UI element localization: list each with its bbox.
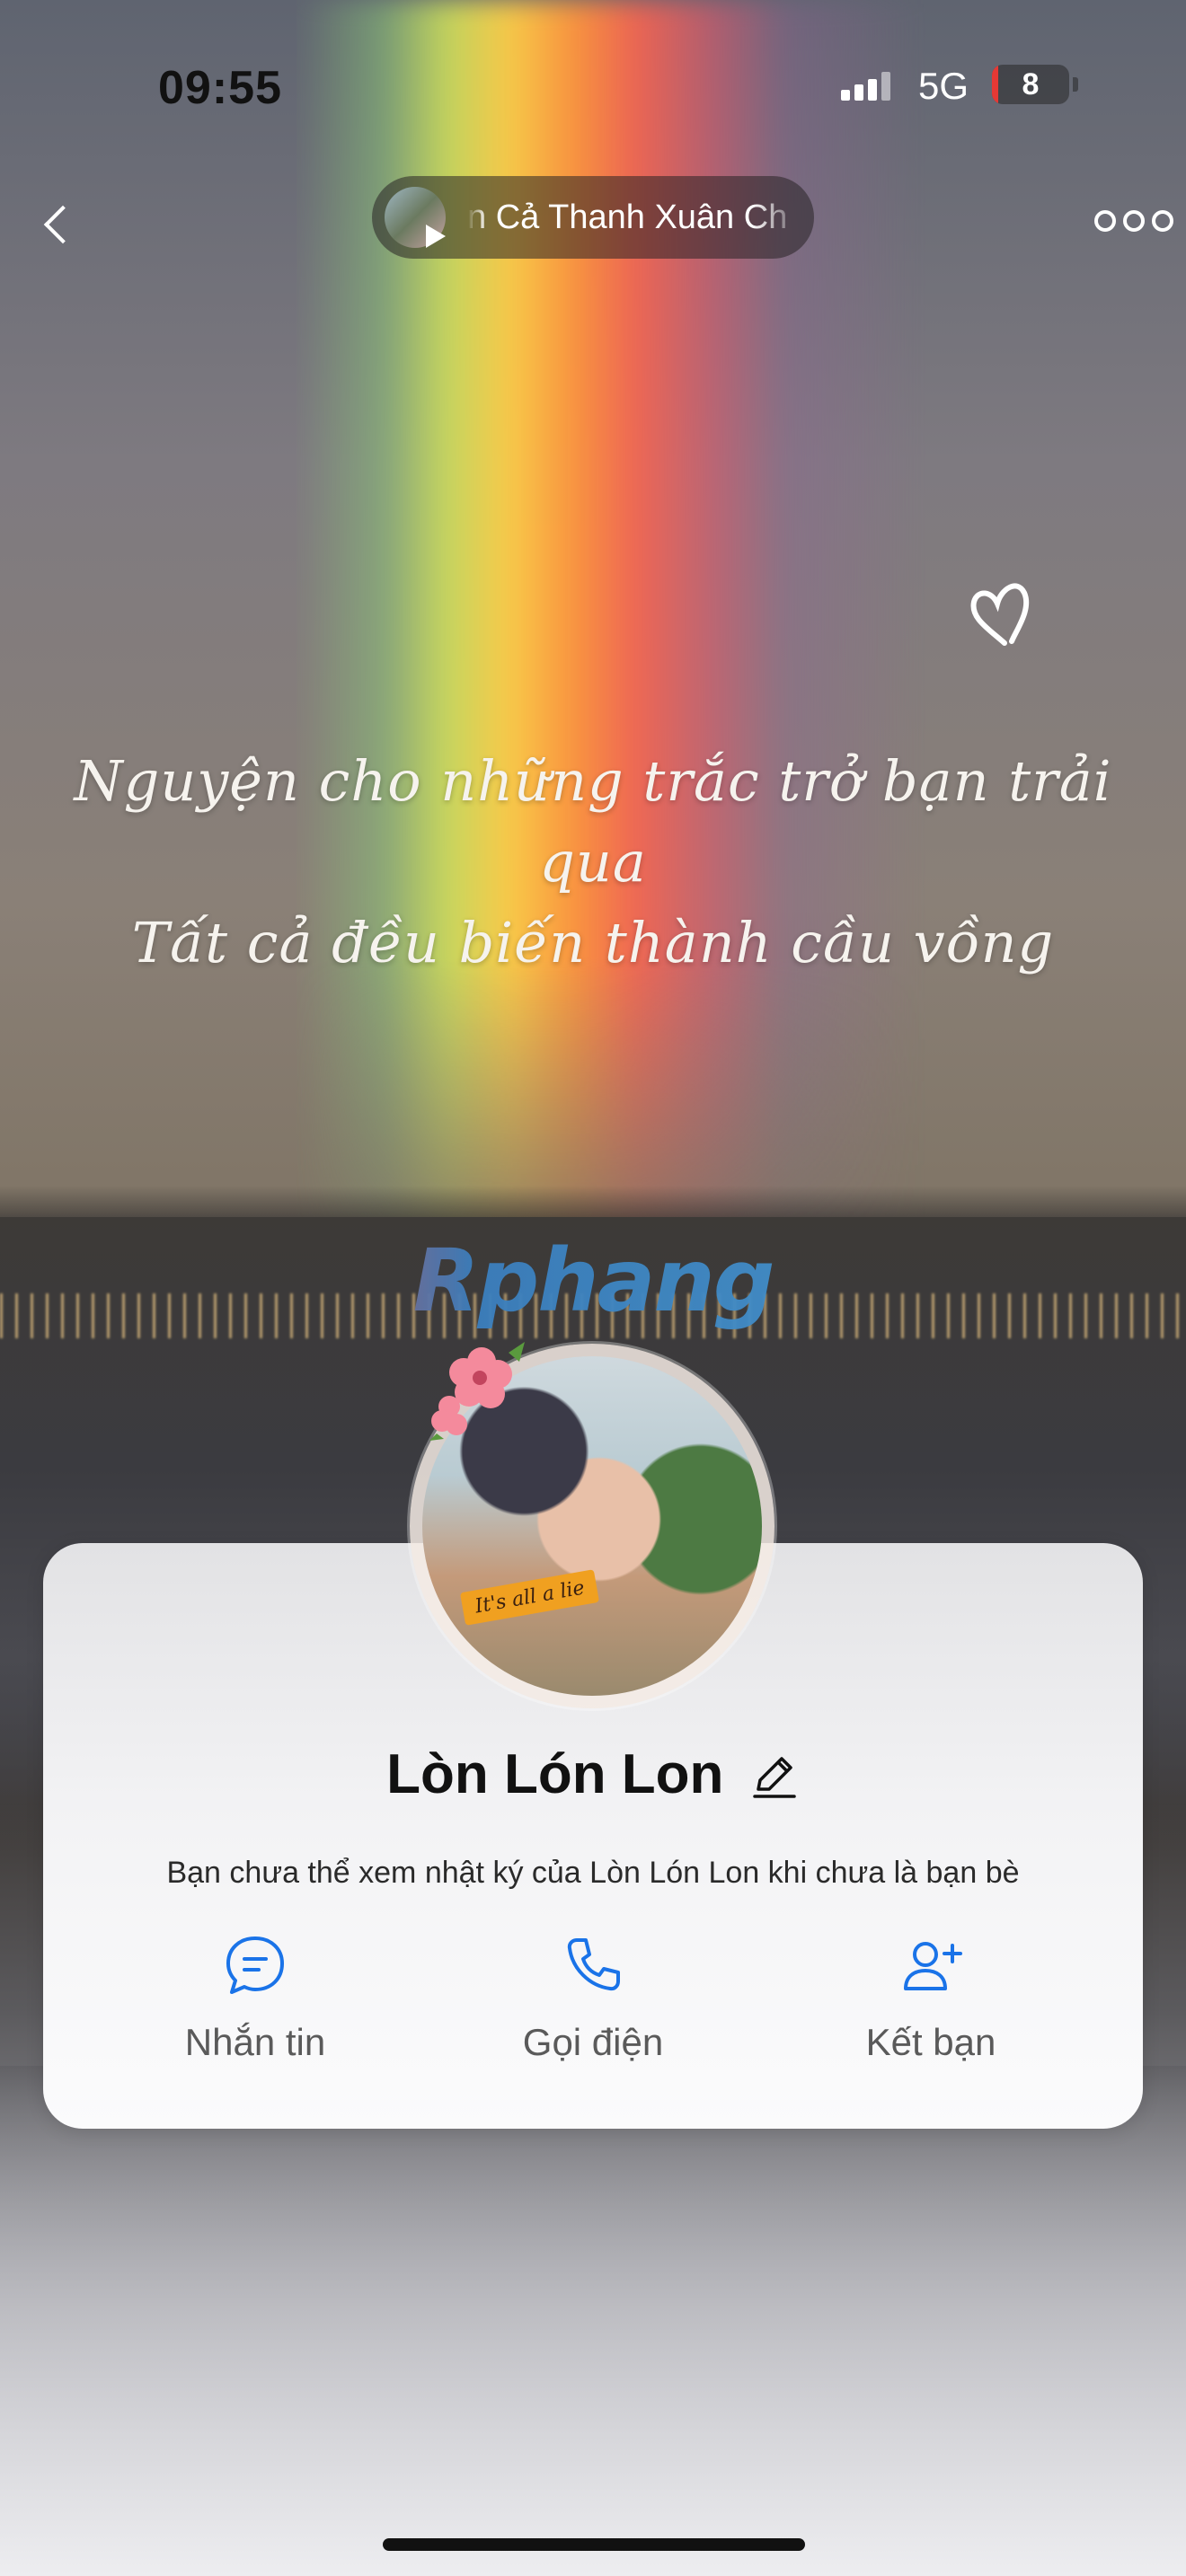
- music-player-pill[interactable]: n Cả Thanh Xuân Ch: [372, 176, 814, 259]
- phone-icon: [567, 1938, 620, 1991]
- quote-line-2: Tất cả đều biến thành cầu vồng: [131, 910, 1055, 975]
- status-time: 09:55: [158, 62, 282, 114]
- add-friend-label: Kết bạn: [865, 2021, 996, 2063]
- edit-pencil-icon[interactable]: [749, 1750, 800, 1800]
- more-dot-icon: [1123, 210, 1145, 232]
- network-type: 5G: [918, 65, 969, 107]
- message-icon: [226, 1936, 284, 1994]
- music-title: n Cả Thanh Xuân Ch: [467, 198, 788, 236]
- home-indicator[interactable]: [383, 2538, 805, 2551]
- chevron-left-icon: [43, 205, 83, 244]
- more-dot-icon: [1152, 210, 1173, 232]
- back-button[interactable]: [32, 199, 83, 250]
- add-friend-button[interactable]: Kết bạn: [796, 1929, 1066, 2091]
- cover-quote: Nguyện cho những trắc trở bạn trải qua T…: [36, 741, 1150, 984]
- status-bar: 09:55 5G 8: [0, 56, 1186, 119]
- add-friend-icon: [904, 1942, 962, 1990]
- friend-notice: Bạn chưa thể xem nhật ký của Lòn Lón Lon…: [166, 1856, 1020, 1890]
- quote-line-1: Nguyện cho những trắc trở bạn trải qua: [74, 748, 1112, 895]
- avatar-sticker: It's all a lie: [459, 1569, 600, 1626]
- more-dot-icon: [1094, 210, 1116, 232]
- profile-name-row: Lòn Lón Lon: [0, 1742, 1186, 1806]
- heart-doodle-icon: [970, 583, 1030, 646]
- message-label: Nhắn tin: [184, 2021, 326, 2063]
- battery-level: 8: [1022, 67, 1040, 101]
- play-icon[interactable]: [426, 225, 446, 248]
- message-button[interactable]: Nhắn tin: [120, 1929, 390, 2091]
- watermark: Rphang: [0, 1231, 1186, 1331]
- action-bar: Nhắn tin Gọi điện Kết bạn: [43, 1929, 1143, 2091]
- signal-icon: [841, 70, 890, 101]
- call-button[interactable]: Gọi điện: [458, 1929, 728, 2091]
- avatar[interactable]: It's all a lie: [410, 1342, 774, 1708]
- more-options-button[interactable]: [1094, 210, 1173, 232]
- battery-icon: 8: [992, 65, 1069, 104]
- call-label: Gọi điện: [522, 2021, 664, 2063]
- profile-name: Lòn Lón Lon: [386, 1743, 724, 1805]
- flower-icon: [429, 1342, 525, 1441]
